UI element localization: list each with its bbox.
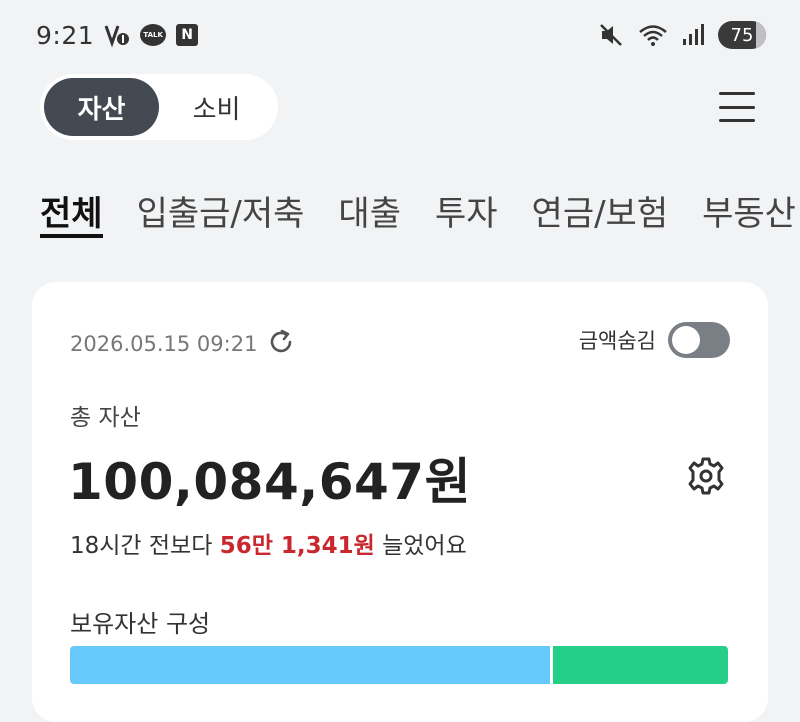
wifi-icon — [638, 23, 668, 47]
change-suffix: 늘었어요 — [374, 533, 467, 559]
tab-real-estate[interactable]: 부동산 — [702, 186, 796, 238]
tab-loan[interactable]: 대출 — [338, 186, 401, 238]
change-delta: 56만 1,341원 — [219, 533, 375, 559]
total-assets-label: 총 자산 — [70, 405, 141, 431]
tab-deposit-savings[interactable]: 입출금/저축 — [137, 186, 305, 238]
tab-pension-insurance[interactable]: 연금/보험 — [532, 186, 669, 238]
tab-all[interactable]: 전체 — [40, 186, 103, 238]
status-right: 75 — [598, 21, 766, 49]
talk-icon: TALK — [140, 24, 167, 46]
n-app-icon: N — [176, 24, 199, 46]
category-tabs: 전체 입출금/저축 대출 투자 연금/보험 부동산 — [40, 186, 800, 242]
asset-spend-toggle: 자산 소비 — [40, 74, 278, 140]
change-prefix: 18시간 전보다 — [70, 533, 220, 559]
asset-summary-card: 2026.05.15 09:21 금액숨김 총 자산 100,084,647원 … — [32, 282, 768, 722]
menu-icon[interactable] — [717, 89, 757, 125]
last-updated-timestamp: 2026.05.15 09:21 — [70, 332, 258, 356]
total-assets-amount: 100,084,647원 — [68, 453, 472, 511]
refresh-icon[interactable] — [267, 328, 295, 360]
change-summary: 18시간 전보다 56만 1,341원 늘었어요 — [70, 526, 467, 560]
composition-segment-1 — [553, 646, 728, 684]
status-time: 9:21 — [36, 20, 95, 50]
settings-gear-icon[interactable] — [686, 456, 726, 496]
signal-icon — [682, 24, 704, 46]
composition-label: 보유자산 구성 — [70, 610, 211, 638]
timestamp-row: 2026.05.15 09:21 — [70, 328, 295, 360]
hide-amount-switch[interactable] — [668, 322, 730, 358]
volte-icon — [104, 23, 130, 47]
mute-icon — [598, 22, 624, 48]
composition-bar[interactable] — [70, 646, 728, 684]
status-left: 9:21 TALK N — [36, 20, 199, 50]
hide-amount-row: 금액숨김 — [579, 322, 730, 358]
tab-investment[interactable]: 투자 — [435, 186, 498, 238]
toggle-assets[interactable]: 자산 — [44, 78, 159, 136]
battery-icon: 75 — [718, 21, 766, 49]
composition-segment-0 — [70, 646, 551, 684]
header: 자산 소비 — [40, 74, 760, 140]
hide-amount-label: 금액숨김 — [578, 329, 656, 353]
battery-level: 75 — [730, 24, 754, 46]
status-bar: 9:21 TALK N 75 — [0, 0, 800, 70]
toggle-spending[interactable]: 소비 — [159, 78, 274, 136]
